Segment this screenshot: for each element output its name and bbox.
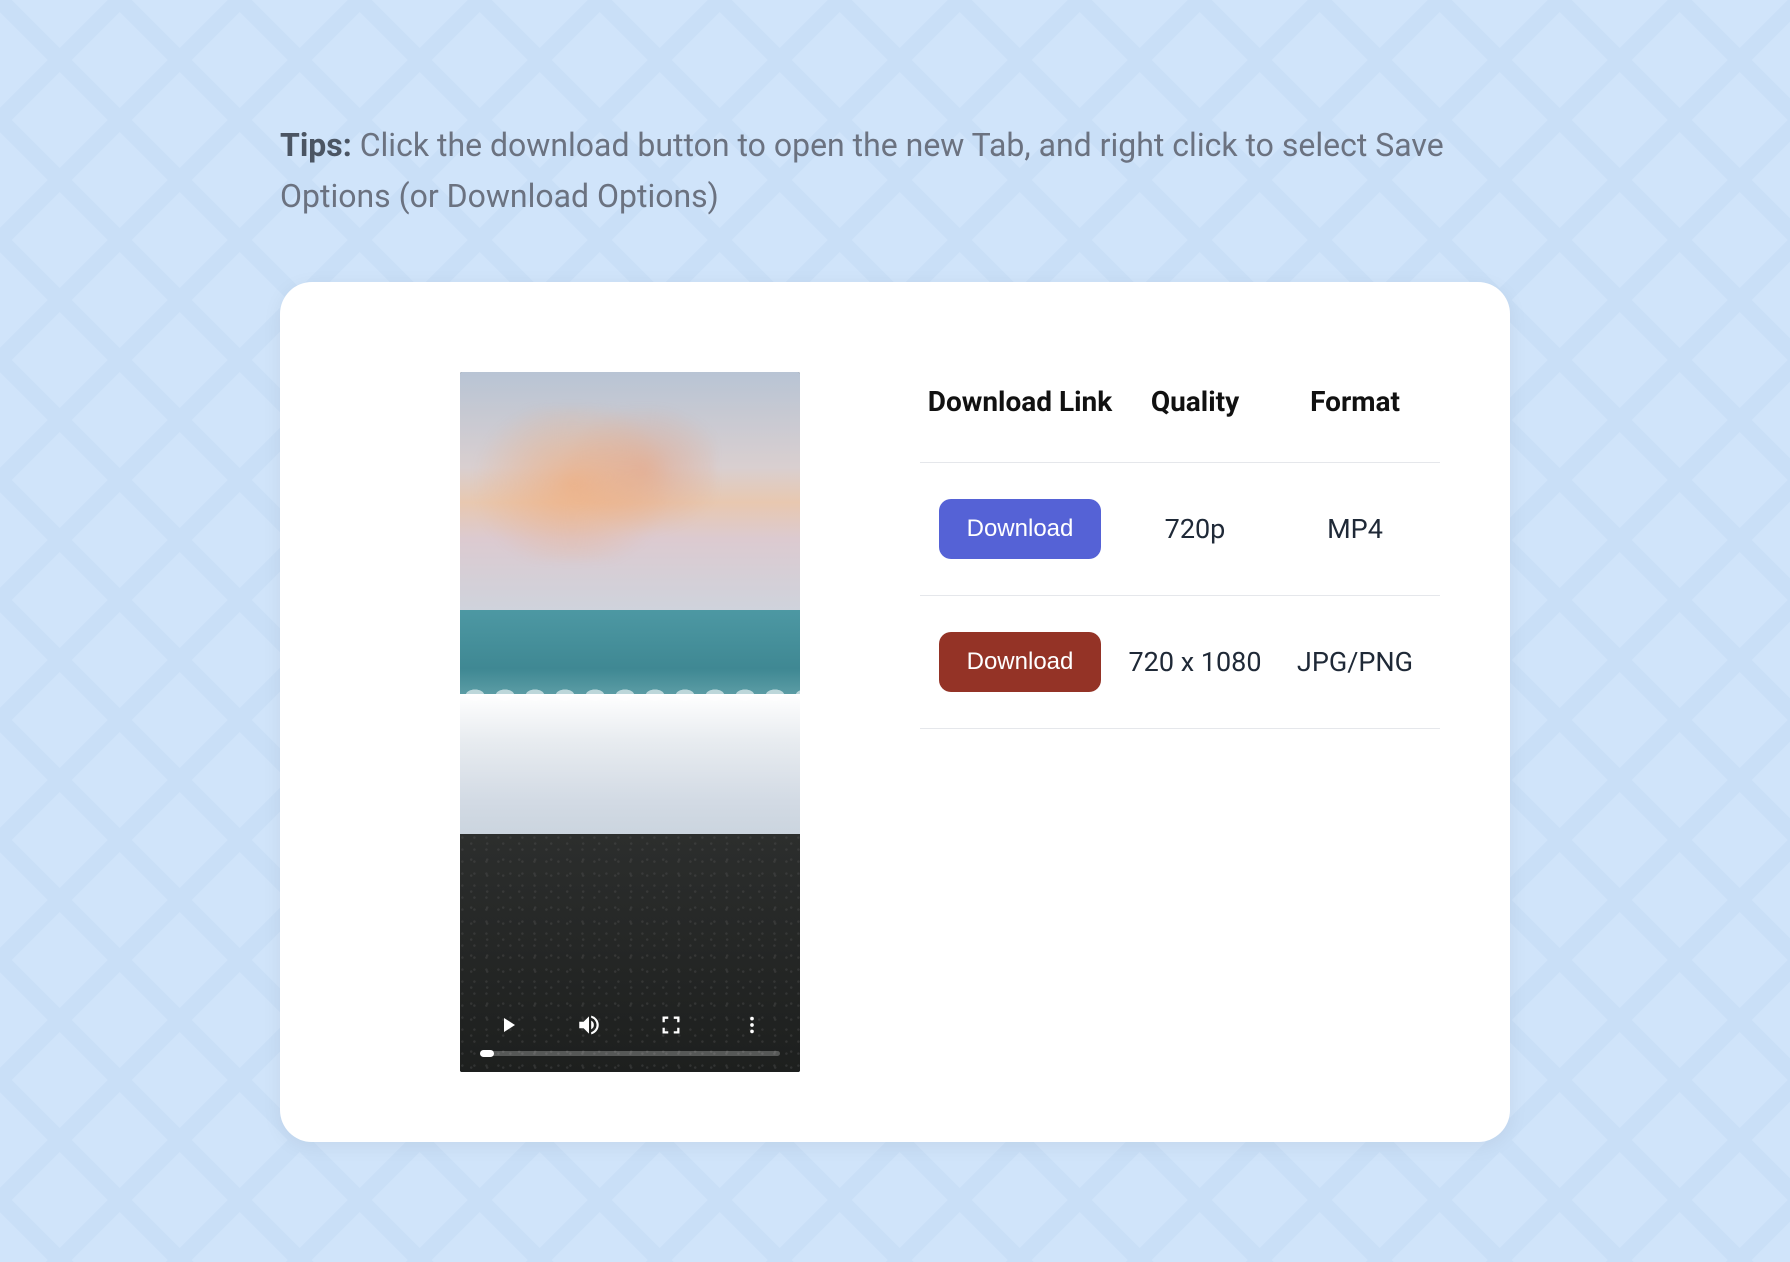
format-value: JPG/PNG [1270,646,1440,678]
col-header-quality: Quality [1120,382,1270,421]
table-header-row: Download Link Quality Format [920,382,1440,462]
table-row: Download 720p MP4 [920,463,1440,596]
result-card: Download Link Quality Format Download 72… [280,282,1510,1142]
col-header-format: Format [1270,382,1440,421]
tips-text: Click the download button to open the ne… [280,126,1444,215]
video-controls [474,992,786,1056]
volume-icon[interactable] [573,1009,605,1041]
more-icon[interactable] [736,1009,768,1041]
video-preview[interactable] [460,372,800,1072]
tips-label: Tips: [280,126,352,164]
table-row: Download 720 x 1080 JPG/PNG [920,596,1440,729]
video-progress-bar[interactable] [480,1051,780,1056]
format-value: MP4 [1270,513,1440,545]
video-progress-knob [480,1050,494,1057]
page-content: Tips: Click the download button to open … [0,0,1790,1202]
download-button[interactable]: Download [939,632,1102,692]
thumbnail-cloud [477,407,715,561]
download-button[interactable]: Download [939,499,1102,559]
quality-value: 720 x 1080 [1120,646,1270,678]
thumbnail-foam [460,694,800,848]
play-icon[interactable] [492,1009,524,1041]
col-header-link: Download Link [920,382,1120,421]
tips-paragraph: Tips: Click the download button to open … [280,120,1510,222]
download-table: Download Link Quality Format Download 72… [920,382,1440,728]
fullscreen-icon[interactable] [655,1009,687,1041]
quality-value: 720p [1120,513,1270,545]
video-controls-row [474,1009,786,1041]
